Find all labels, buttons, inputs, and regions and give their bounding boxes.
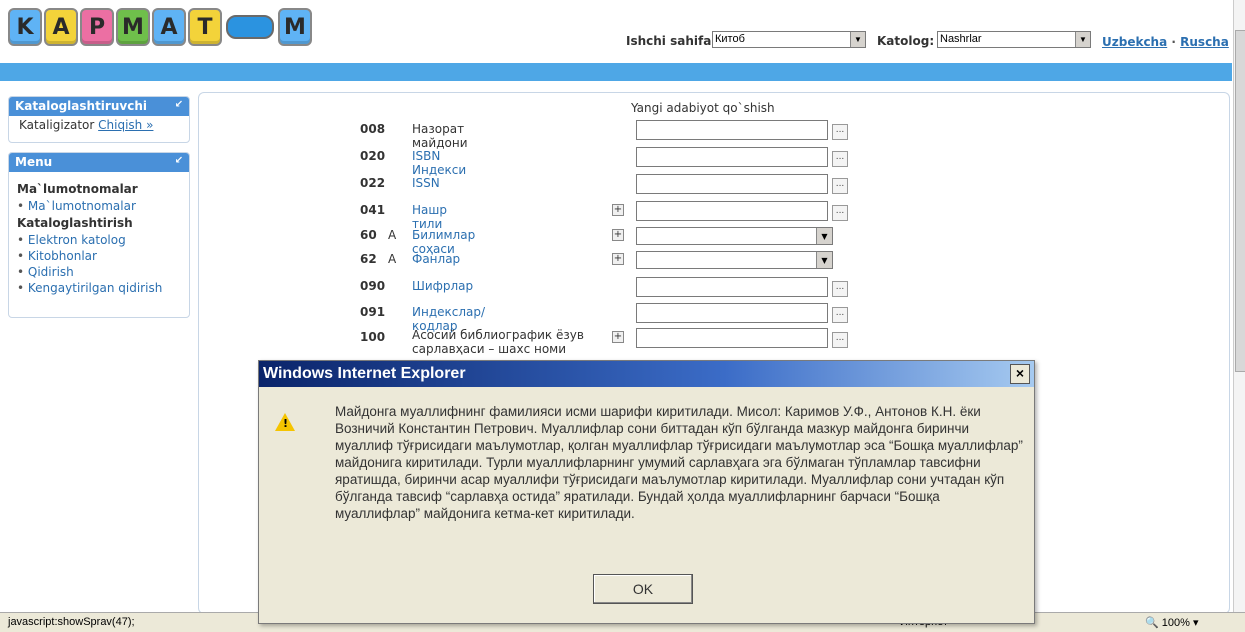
add-field-button[interactable]: + (612, 229, 624, 241)
field-code: 090 (360, 279, 386, 293)
field-input[interactable] (636, 277, 828, 297)
collapse-icon[interactable]: ↙ (175, 155, 183, 166)
menu-item-readers[interactable]: Kitobhonlar (9, 248, 189, 264)
zoom-value: 100% (1161, 617, 1190, 629)
work-page-label: Ishchi sahifa: (626, 34, 717, 48)
header-bar (0, 63, 1232, 81)
menu-item-search[interactable]: Qidirish (9, 264, 189, 280)
field-code: 100 (360, 330, 386, 344)
field-label[interactable]: Нашр тили (412, 203, 447, 231)
field-select[interactable]: ▼ (636, 251, 833, 269)
field-input[interactable] (636, 120, 828, 140)
chevron-down-icon[interactable]: ▼ (816, 228, 832, 244)
logo-letter-tile: P (80, 8, 114, 46)
browse-button[interactable]: ... (832, 178, 848, 194)
field-label: Назорат майдони (412, 122, 468, 150)
field-label: Асосий библиографик ёзув сарлавҳаси – ша… (412, 328, 584, 356)
logo-letter-tile: M (116, 8, 150, 46)
close-icon[interactable]: × (1010, 364, 1030, 384)
menu-group-references: Ma`lumotnomalar (17, 182, 138, 196)
cataloger-title-text: Kataloglashtiruvchi (15, 99, 147, 113)
menu-box-title[interactable]: Menu ↙ (9, 153, 189, 172)
user-name: Kataligizator (19, 118, 95, 132)
dialog-title: Windows Internet Explorer (263, 365, 466, 382)
cataloger-box-title[interactable]: Kataloglashtiruvchi ↙ (9, 97, 189, 116)
chevron-down-icon[interactable]: ▼ (850, 32, 865, 47)
menu-title-text: Menu (15, 155, 53, 169)
menu-item-advanced-search[interactable]: Kengaytirilgan qidirish (9, 280, 189, 296)
add-field-button[interactable]: + (612, 204, 624, 216)
alert-dialog: Windows Internet Explorer × ! Майдонга м… (258, 360, 1035, 624)
logo-letter-tile: A (44, 8, 78, 46)
warning-icon: ! (275, 413, 295, 431)
vertical-scrollbar[interactable] (1233, 0, 1245, 612)
field-indicator: A (388, 252, 397, 266)
field-code: 041 (360, 203, 386, 217)
field-input[interactable] (636, 303, 828, 323)
work-page-select[interactable]: Китоб ▼ (712, 31, 866, 48)
menu-item-references[interactable]: Ma`lumotnomalar (9, 198, 189, 214)
work-page-value: Китоб (715, 33, 745, 45)
logo-letter-tile: A (152, 8, 186, 46)
lang-russian-link[interactable]: Ruscha (1180, 35, 1229, 49)
logout-link[interactable]: Chiqish » (98, 118, 153, 132)
form-title: Yangi adabiyot qo`shish (631, 101, 775, 115)
menu-item-electronic-catalog[interactable]: Elektron katolog (9, 232, 189, 248)
field-code: 022 (360, 176, 386, 190)
catalog-select[interactable]: Nashrlar ▼ (937, 31, 1091, 48)
menu-box: Menu ↙ Ma`lumotnomalar Ma`lumotnomalar K… (8, 152, 190, 318)
browse-button[interactable]: ... (832, 307, 848, 323)
cataloger-user-line: Kataligizator Chiqish » (9, 116, 189, 134)
field-indicator: A (388, 228, 397, 242)
field-code: 60 (360, 228, 377, 242)
field-label[interactable]: Шифрлар (412, 279, 473, 293)
add-field-button[interactable]: + (612, 331, 624, 343)
lang-separator: · (1171, 35, 1176, 49)
lang-uzbek-link[interactable]: Uzbekcha (1102, 35, 1167, 49)
field-label[interactable]: ISBN Индекси (412, 149, 466, 177)
language-switch: Uzbekcha · Ruscha (1102, 35, 1229, 49)
page-header: KAPMATM Ishchi sahifa: Китоб ▼ Katolog: … (0, 0, 1245, 62)
logo-letter-tile: T (188, 8, 222, 46)
field-code: 008 (360, 122, 386, 136)
catalog-label: Katolog: (877, 34, 935, 48)
browse-button[interactable]: ... (832, 205, 848, 221)
field-code: 091 (360, 305, 386, 319)
scrollbar-thumb[interactable] (1235, 30, 1245, 372)
collapse-icon[interactable]: ↙ (175, 99, 183, 110)
browse-button[interactable]: ... (832, 151, 848, 167)
field-input[interactable] (636, 201, 828, 221)
browse-button[interactable]: ... (832, 332, 848, 348)
dialog-title-bar[interactable]: Windows Internet Explorer × (259, 361, 1034, 387)
field-select[interactable]: ▼ (636, 227, 833, 245)
logo-letter-tile: K (8, 8, 42, 46)
browse-button[interactable]: ... (832, 124, 848, 140)
add-field-button[interactable]: + (612, 253, 624, 265)
field-code: 62 (360, 252, 377, 266)
catalog-value: Nashrlar (940, 33, 982, 45)
chevron-down-icon[interactable]: ▼ (816, 252, 832, 268)
logo-pill-icon (226, 15, 274, 39)
field-code: 020 (360, 149, 386, 163)
field-label[interactable]: ISSN (412, 176, 440, 190)
zoom-icon: 🔍 (1145, 617, 1159, 629)
chevron-down-icon[interactable]: ▼ (1075, 32, 1090, 47)
dialog-message: Майдонга муаллифнинг фамилияси исми шари… (335, 404, 1023, 521)
kapmatem-logo[interactable]: KAPMATM (8, 8, 312, 46)
menu-group-cataloging: Kataloglashtirish (17, 216, 133, 230)
cataloger-box: Kataloglashtiruvchi ↙ Kataligizator Chiq… (8, 96, 190, 143)
field-input[interactable] (636, 328, 828, 348)
ok-button[interactable]: OK (593, 574, 693, 604)
field-input[interactable] (636, 147, 828, 167)
field-label[interactable]: Фанлар (412, 252, 460, 266)
zoom-level[interactable]: 🔍 100% ▾ (1145, 616, 1198, 629)
status-text: javascript:showSprav(47); (8, 616, 135, 628)
logo-letter-tile: M (278, 8, 312, 46)
browse-button[interactable]: ... (832, 281, 848, 297)
field-input[interactable] (636, 174, 828, 194)
